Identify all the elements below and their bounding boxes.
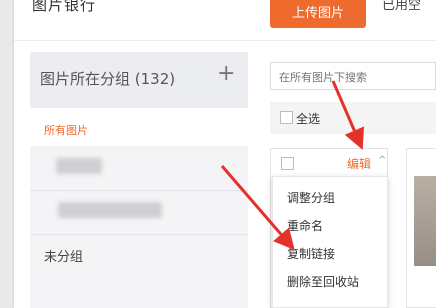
group-header: 图片所在分组 (132) +	[30, 52, 248, 108]
menu-item-rename[interactable]: 重命名	[287, 217, 323, 234]
select-all-row: 全选	[270, 102, 436, 134]
group-item[interactable]	[30, 190, 248, 235]
storage-used-label: 已用空	[382, 0, 422, 13]
group-item-label: 未分组	[44, 250, 84, 265]
search-input[interactable]	[277, 64, 431, 90]
group-sidebar: 图片所在分组 (132) + 所有图片 未分组	[30, 52, 248, 308]
menu-item-copy-link[interactable]: 复制链接	[287, 245, 335, 262]
image-bank-window: 图片银行 上传图片 已用空 图片所在分组 (132) + 所有图片 未分组 在所…	[14, 0, 436, 308]
select-all-checkbox[interactable]	[280, 111, 293, 124]
select-all-label: 全选	[296, 112, 321, 126]
image-thumbnail[interactable]	[414, 176, 436, 266]
blurred-group-name	[58, 202, 162, 218]
image-checkbox[interactable]	[281, 157, 294, 170]
chevron-up-icon[interactable]: ^	[378, 155, 386, 166]
edit-button[interactable]: 编辑	[347, 155, 371, 172]
plus-icon[interactable]: +	[217, 63, 235, 85]
group-list: 未分组	[30, 146, 248, 308]
app-title: 图片银行	[32, 0, 97, 14]
edit-dropdown-menu: 调整分组 重命名 复制链接 删除至回收站	[272, 176, 388, 308]
blurred-group-name	[56, 158, 102, 174]
group-item[interactable]	[30, 146, 248, 191]
all-pictures-link[interactable]: 所有图片	[44, 122, 88, 138]
menu-item-adjust-group[interactable]: 调整分组	[287, 189, 335, 206]
group-title: 图片所在分组 (132)	[40, 70, 176, 88]
search-box	[270, 62, 436, 90]
menu-item-move-to-recycle-bin[interactable]: 删除至回收站	[287, 273, 359, 290]
upload-image-button[interactable]: 上传图片	[270, 0, 366, 28]
top-bar: 图片银行 上传图片 已用空	[14, 0, 436, 41]
group-item-ungrouped[interactable]: 未分组	[30, 234, 248, 278]
